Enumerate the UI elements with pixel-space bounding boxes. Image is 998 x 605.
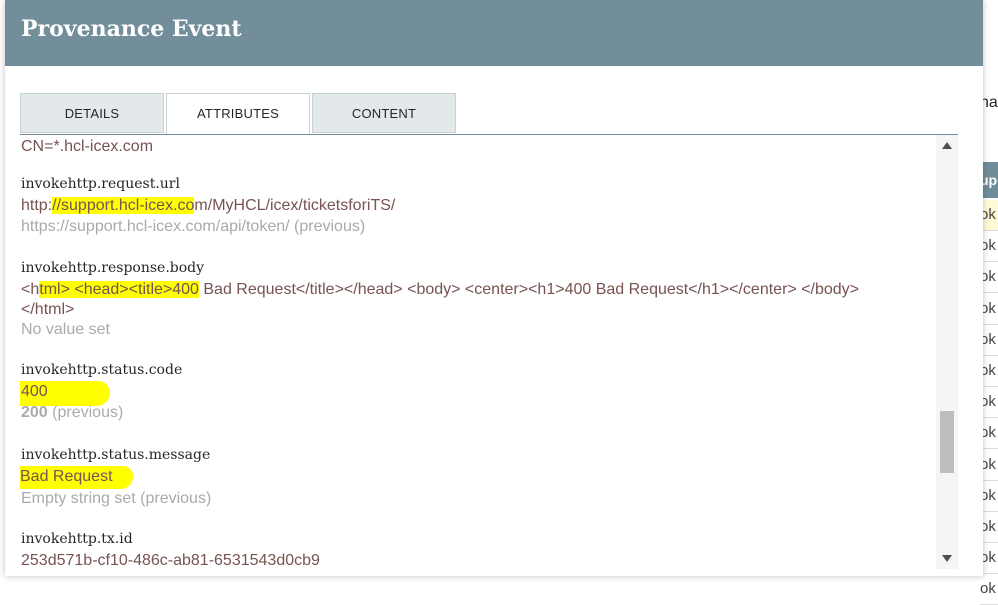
tab-content[interactable]: CONTENT xyxy=(312,93,456,133)
scroll-down-arrow-icon[interactable] xyxy=(942,555,952,562)
attribute-name: invokehttp.request.url xyxy=(21,176,180,192)
attribute-name: invokehttp.status.message xyxy=(21,447,211,463)
value-text: <h xyxy=(21,281,40,298)
attribute-status-code: invokehttp.status.code 400 200 (previous… xyxy=(20,362,183,422)
previous-suffix: (previous) xyxy=(294,218,366,235)
attribute-name: invokehttp.status.code xyxy=(21,362,183,378)
scroll-up-arrow-icon[interactable] xyxy=(942,142,952,149)
attribute-request-url: invokehttp.request.url http://support.hc… xyxy=(21,176,395,236)
tab-attributes[interactable]: ATTRIBUTES xyxy=(166,93,310,135)
attribute-name: invokehttp.tx.id xyxy=(21,531,133,547)
attribute-previous-value: Empty string set (previous) xyxy=(21,490,212,507)
attribute-value: <html> <head><title>400 Bad Request</tit… xyxy=(21,281,911,299)
provenance-event-dialog: Provenance Event DETAILS ATTRIBUTES CONT… xyxy=(5,0,983,576)
value-text: Bad Request</title></head> <body> <cente… xyxy=(198,281,860,298)
previous-text: https://support.hcl-icex.com/api/token/ xyxy=(21,218,290,235)
attributes-panel: CN=*.hcl-icex.com invokehttp.request.url… xyxy=(20,135,958,569)
attributes-list[interactable]: CN=*.hcl-icex.com invokehttp.request.url… xyxy=(20,135,934,569)
attribute-value: http://support.hcl-icex.com/MyHCL/icex/t… xyxy=(21,197,395,215)
attribute-response-body: invokehttp.response.body <html> <head><t… xyxy=(21,260,911,339)
value-text: m/MyHCL/icex/ticketsforiTS/ xyxy=(194,197,396,214)
attribute-value: 253d571b-cf10-486c-ab81-6531543d0cb9 xyxy=(21,552,320,569)
attribute-status-message: invokehttp.status.message Bad Request Em… xyxy=(20,447,212,508)
dialog-title: Provenance Event xyxy=(21,16,242,42)
attribute-value-line2: </html> xyxy=(21,301,75,318)
value-highlight: Bad Request xyxy=(20,466,133,489)
value-text: http: xyxy=(21,197,53,214)
previous-text: 200 xyxy=(21,404,48,421)
scrollbar-thumb[interactable] xyxy=(940,411,954,473)
value-highlight: 400 xyxy=(20,381,110,406)
dialog-header: Provenance Event xyxy=(5,0,983,66)
background-table-row: ok xyxy=(980,574,998,605)
previous-suffix: (previous) xyxy=(52,404,124,421)
attribute-previous-value: No value set xyxy=(21,321,110,338)
attribute-previous-value: 200 (previous) xyxy=(21,404,182,422)
attribute-value: Bad Request xyxy=(20,466,211,489)
attribute-value: CN=*.hcl-icex.com xyxy=(21,138,154,155)
value-highlight: //support.hcl-icex.co xyxy=(52,197,195,214)
attribute-tx-id: invokehttp.tx.id 253d571b-cf10-486c-ab81… xyxy=(21,531,320,569)
attribute-previous-value: https://support.hcl-icex.com/api/token/ … xyxy=(21,218,395,236)
tab-details[interactable]: DETAILS xyxy=(20,93,164,133)
attribute-name: invokehttp.response.body xyxy=(21,260,205,276)
attribute-value: 400 xyxy=(20,381,182,406)
value-highlight: tml> <head><title>400 xyxy=(39,281,199,298)
attribute-partial: CN=*.hcl-icex.com xyxy=(21,138,153,156)
vertical-scrollbar[interactable] xyxy=(936,135,958,569)
